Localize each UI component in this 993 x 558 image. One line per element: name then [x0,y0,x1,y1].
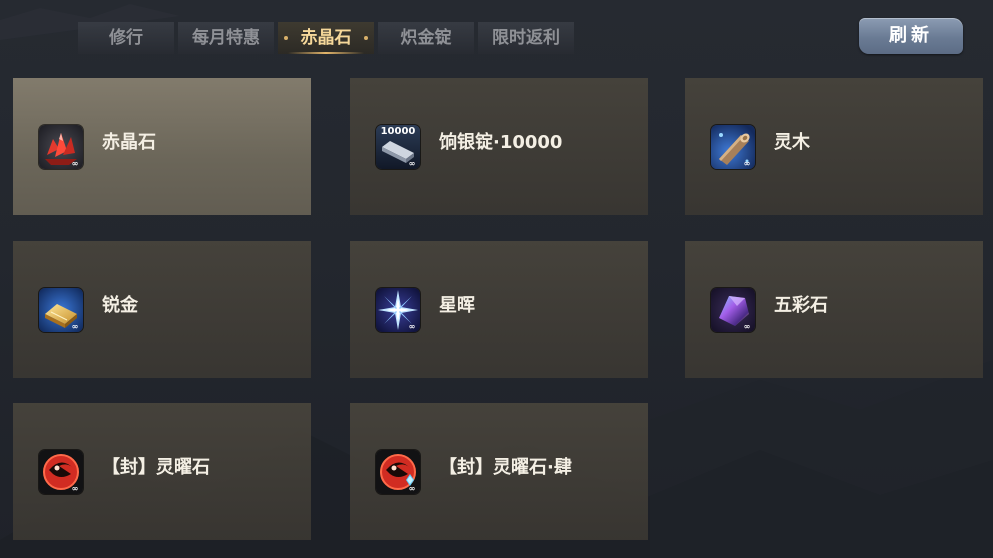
infinite-badge: ∞ [743,322,751,331]
tab-limited-rebate[interactable]: 限时返利 [478,22,574,54]
item-card-sharp-gold[interactable]: ∞ 锐金 [13,241,311,378]
sealed-spirit-stone-four-icon: ∞ [376,450,420,494]
tab-red-crystal-label: 赤晶石 [300,28,352,48]
infinite-badge: ∞ [71,322,79,331]
tab-blazing-gold-ingot[interactable]: 炽金锭 [378,22,474,54]
infinite-badge: ∞ [408,322,416,331]
item-card-sealed-spirit-stone-four[interactable]: ∞ 【封】灵曜石·肆 [350,403,648,540]
item-name: 饷银锭·10000 [439,132,563,153]
item-name: 五彩石 [774,295,828,316]
tab-bar: 修行 每月特惠 赤晶石 炽金锭 限时返利 [78,22,574,54]
item-card-five-color-stone[interactable]: ∞ 五彩石 [685,241,983,378]
tab-dot-right [364,36,368,40]
item-name: 【封】灵曜石 [102,457,210,478]
item-name: 锐金 [102,295,138,316]
item-card-red-crystal[interactable]: ∞ 赤晶石 [13,78,311,215]
item-card-silver-ingot[interactable]: 10000 ∞ 饷银锭·10000 [350,78,648,215]
gold-bar-icon: ∞ [39,288,83,332]
item-name: 灵木 [774,132,810,153]
red-crystal-icon: ∞ [39,125,83,169]
item-card-sealed-spirit-stone[interactable]: ∞ 【封】灵曜石 [13,403,311,540]
tab-dot-left [284,36,288,40]
tab-red-crystal[interactable]: 赤晶石 [278,22,374,54]
silver-ingot-icon-text: 10000 [380,126,416,137]
item-card-spirit-wood[interactable]: ∞ 灵木 [685,78,983,215]
silver-ingot-icon: 10000 ∞ [376,125,420,169]
sealed-spirit-stone-icon: ∞ [39,450,83,494]
infinite-badge: ∞ [71,159,79,168]
infinite-badge: ∞ [408,159,416,168]
item-name: 赤晶石 [102,132,156,153]
spirit-wood-icon: ∞ [711,125,755,169]
tab-monthly-deals[interactable]: 每月特惠 [178,22,274,54]
tab-practice[interactable]: 修行 [78,22,174,54]
infinite-badge: ∞ [408,484,416,493]
item-name: 【封】灵曜石·肆 [439,457,572,478]
infinite-badge: ∞ [743,159,751,168]
star-radiance-icon: ∞ [376,288,420,332]
refresh-button[interactable]: 刷新 [859,18,963,54]
infinite-badge: ∞ [71,484,79,493]
item-card-star-radiance[interactable]: ∞ 星晖 [350,241,648,378]
item-name: 星晖 [439,295,475,316]
five-color-stone-icon: ∞ [711,288,755,332]
